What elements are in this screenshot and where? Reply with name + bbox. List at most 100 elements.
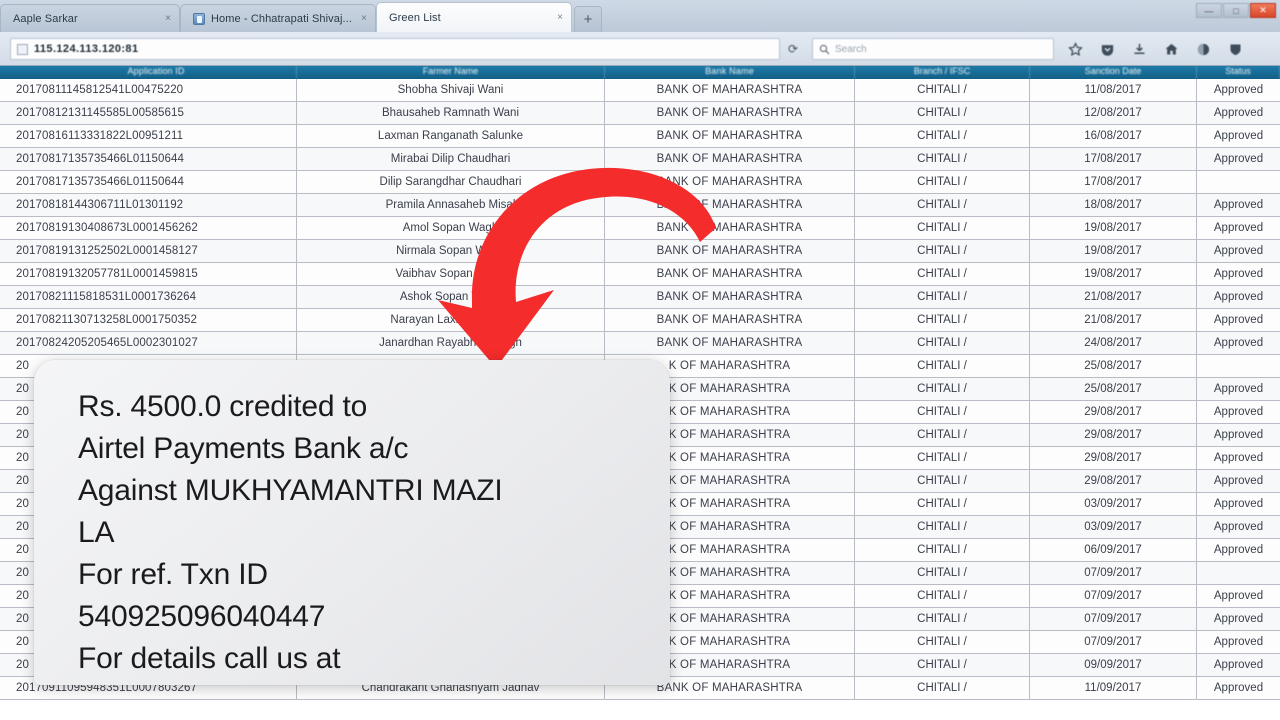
address-bar[interactable]: 115.124.113.120:81 xyxy=(10,38,780,60)
cell-farmer-name: Dilip Sarangdhar Chaudhari xyxy=(297,170,605,194)
cell-status: Approved xyxy=(1213,107,1264,119)
cell-branch: CHITALI / xyxy=(855,561,1030,585)
cell-status: Approved xyxy=(1213,130,1264,142)
sms-text-line: LA xyxy=(78,516,115,549)
tab-title: Green List xyxy=(389,11,441,24)
cell-date: 19/08/2017 xyxy=(1030,239,1197,263)
table-row[interactable]: 20170811145812541L00475220 Shobha Shivaji… xyxy=(0,78,1280,102)
site-identity-icon[interactable] xyxy=(17,43,28,55)
table-row[interactable]: 20170819130408673L0001456262 Amol Sopan W… xyxy=(0,216,1280,240)
table-row[interactable]: 20170819131252502L0001458127 Nirmala Sopa… xyxy=(0,239,1280,263)
download-icon[interactable] xyxy=(1124,37,1154,61)
cell-branch: CHITALI / xyxy=(855,423,1030,447)
cell-application-id: 20170812131145585L00585615 xyxy=(0,101,297,125)
cell-branch: CHITALI / xyxy=(855,492,1030,516)
cell-application-id: 20170819131252502L0001458127 xyxy=(0,239,297,263)
cell-application-id: 20170819130408673L0001456262 xyxy=(0,216,297,240)
cell-branch: CHITALI / xyxy=(855,400,1030,424)
cell-branch: CHITALI / xyxy=(855,308,1030,332)
browser-tab-green-list[interactable]: Green List × xyxy=(376,2,572,32)
reload-icon[interactable]: ⟳ xyxy=(780,38,806,60)
cell-status: Approved xyxy=(1213,475,1264,487)
cell-status: Approved xyxy=(1213,590,1264,602)
tab-close-icon[interactable]: × xyxy=(165,13,171,24)
cell-bank-name: BANK OF MAHARASHTRA xyxy=(605,239,855,263)
cell-farmer-name: Pramila Annasaheb Misal xyxy=(297,193,605,217)
tab-close-icon[interactable]: × xyxy=(557,12,563,23)
cell-date: 11/09/2017 xyxy=(1030,676,1197,700)
cell-branch: CHITALI / xyxy=(855,101,1030,125)
cell-status: Approved xyxy=(1213,498,1264,510)
table-row[interactable]: 20170816113331822L00951211 Laxman Rangana… xyxy=(0,124,1280,148)
sms-text-line: Airtel Payments Bank a/c xyxy=(78,432,409,465)
minimize-button[interactable]: — xyxy=(1196,3,1222,18)
cell-date: 17/08/2017 xyxy=(1030,147,1197,171)
navigation-toolbar: 115.124.113.120:81 ⟳ Search xyxy=(0,32,1280,65)
cell-date: 11/08/2017 xyxy=(1030,78,1197,102)
cell-status: Approved xyxy=(1213,199,1264,211)
table-row[interactable]: 20170817135735466L01150644 Dilip Sarangdh… xyxy=(0,170,1280,194)
cell-farmer-name: Mirabai Dilip Chaudhari xyxy=(297,147,605,171)
protection-shield-icon[interactable] xyxy=(1220,37,1250,61)
cell-branch: CHITALI / xyxy=(855,515,1030,539)
close-window-button[interactable]: ✕ xyxy=(1250,3,1276,18)
cell-date: 09/09/2017 xyxy=(1030,653,1197,677)
cell-date: 24/08/2017 xyxy=(1030,331,1197,355)
table-row[interactable]: 20170824205205465L0002301027 Janardhan Ra… xyxy=(0,331,1280,355)
cell-branch: CHITALI / xyxy=(855,216,1030,240)
cell-branch: CHITALI / xyxy=(855,676,1030,700)
column-header-status[interactable]: Status xyxy=(1197,66,1280,79)
pocket-icon[interactable] xyxy=(1092,37,1122,61)
home-icon[interactable] xyxy=(1156,37,1186,61)
table-row[interactable]: 20170819132057781L0001459815 Vaibhav Sopa… xyxy=(0,262,1280,286)
cell-farmer-name: Janardhan Rayabhan Wagh xyxy=(297,331,605,355)
column-header-farmer-name[interactable]: Farmer Name xyxy=(297,66,605,79)
cell-date: 25/08/2017 xyxy=(1030,377,1197,401)
search-icon xyxy=(819,44,830,54)
table-row[interactable]: 20170818144306711L01301192 Pramila Annasa… xyxy=(0,193,1280,217)
page-favicon-icon xyxy=(193,12,205,25)
cell-date: 19/08/2017 xyxy=(1030,262,1197,286)
cell-branch: CHITALI / xyxy=(855,538,1030,562)
cell-farmer-name: Ashok Sopan Wagh xyxy=(297,285,605,309)
cell-date: 12/08/2017 xyxy=(1030,101,1197,125)
cell-branch: CHITALI / xyxy=(855,124,1030,148)
cell-bank-name: BANK OF MAHARASHTRA xyxy=(605,331,855,355)
cell-bank-name: BANK OF MAHARASHTRA xyxy=(605,285,855,309)
cell-branch: CHITALI / xyxy=(855,170,1030,194)
column-header-application-id[interactable]: Application ID xyxy=(0,66,297,79)
column-header-bank-name[interactable]: Bank Name xyxy=(605,66,855,79)
table-row[interactable]: 20170821115818531L0001736264 Ashok Sopan … xyxy=(0,285,1280,309)
maximize-button[interactable]: □ xyxy=(1223,3,1249,18)
cell-application-id: 20170817135735466L01150644 xyxy=(0,170,297,194)
new-tab-button[interactable]: + xyxy=(574,6,602,32)
cell-date: 29/08/2017 xyxy=(1030,400,1197,424)
table-row[interactable]: 20170821130713258L0001750352 Narayan Laxm… xyxy=(0,308,1280,332)
cell-branch: CHITALI / xyxy=(855,331,1030,355)
table-row[interactable]: 20170817135735466L01150644 Mirabai Dilip … xyxy=(0,147,1280,171)
cell-bank-name: BANK OF MAHARASHTRA xyxy=(605,147,855,171)
tab-close-icon[interactable]: × xyxy=(361,13,367,24)
column-header-branch[interactable]: Branch / IFSC xyxy=(855,66,1030,79)
window-controls: — □ ✕ xyxy=(1196,3,1276,18)
sms-text-line: Against MUKHYAMANTRI MAZI xyxy=(78,474,503,507)
sms-notification-card[interactable]: Rs. 4500.0 credited to Airtel Payments Ba… xyxy=(34,360,670,685)
table-row[interactable]: 20170812131145585L00585615 Bhausaheb Ramn… xyxy=(0,101,1280,125)
search-input[interactable]: Search xyxy=(812,38,1054,60)
cell-branch: CHITALI / xyxy=(855,607,1030,631)
column-header-date[interactable]: Sanction Date xyxy=(1030,66,1197,79)
cell-date: 07/09/2017 xyxy=(1030,607,1197,631)
browser-tab-aaple-sarkar[interactable]: Aaple Sarkar × xyxy=(0,4,180,32)
bookmark-star-icon[interactable] xyxy=(1060,37,1090,61)
cell-branch: CHITALI / xyxy=(855,354,1030,378)
browser-tab-home-chhatrapati-shivaji[interactable]: Home - Chhatrapati Shivaj... × xyxy=(180,4,376,32)
url-text: 115.124.113.120:81 xyxy=(34,43,139,55)
sms-text-line: For ref. Txn ID xyxy=(78,558,268,591)
cell-farmer-name: Amol Sopan Wagh xyxy=(297,216,605,240)
cell-branch: CHITALI / xyxy=(855,446,1030,470)
shield-circle-icon[interactable] xyxy=(1188,37,1218,61)
cell-branch: CHITALI / xyxy=(855,630,1030,654)
cell-date: 19/08/2017 xyxy=(1030,216,1197,240)
cell-farmer-name: Vaibhav Sopan Wagh xyxy=(297,262,605,286)
cell-bank-name: BANK OF MAHARASHTRA xyxy=(605,170,855,194)
